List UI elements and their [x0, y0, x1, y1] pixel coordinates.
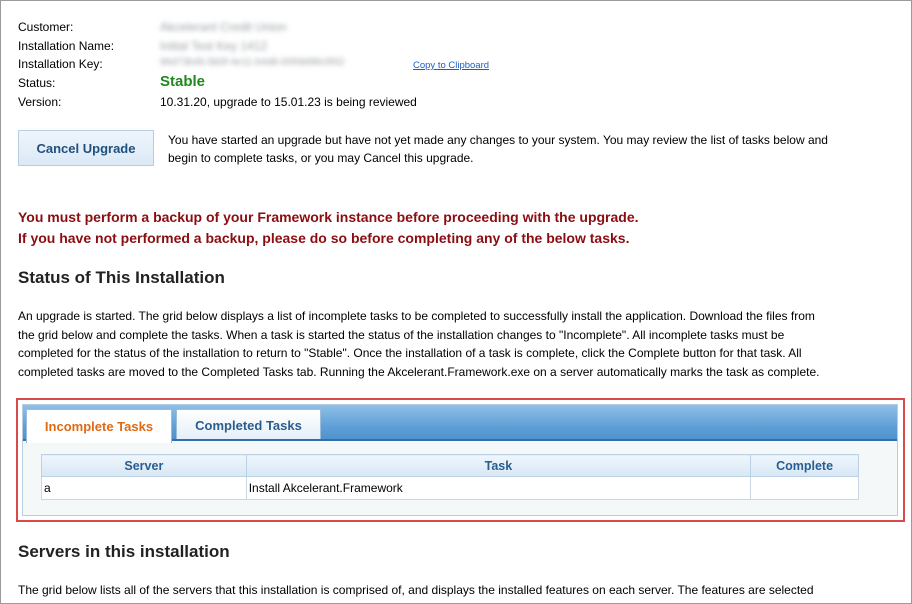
server-cell: a [41, 476, 247, 500]
upgrade-page: Customer: Akcelerant Credit Union Instal… [0, 0, 912, 604]
upgrade-message-line: begin to complete tasks, or you may Canc… [168, 151, 474, 165]
status-section-title: Status of This Installation [18, 268, 225, 287]
servers-description: The grid below lists all of the servers … [18, 581, 904, 600]
installation-name-value: Initial Test Key 1412 [160, 39, 268, 53]
servers-section-title: Servers in this installation [18, 542, 230, 561]
version-value: 10.31.20, upgrade to 15.01.23 is being r… [160, 95, 417, 109]
installation-key-value: 96d73b46-5b0f-4e11-b4d8-0059d98c0f42 [160, 57, 345, 68]
cancel-upgrade-button[interactable]: Cancel Upgrade [18, 130, 154, 166]
status-description-line: An upgrade is started. The grid below di… [18, 309, 815, 323]
backup-warning-line: You must perform a backup of your Framew… [18, 209, 639, 225]
installation-key-row: Installation Key: 96d73b46-5b0f-4e11-b4d… [18, 55, 618, 73]
installation-key-label: Installation Key: [18, 57, 103, 71]
status-description: An upgrade is started. The grid below di… [18, 307, 904, 381]
column-header-complete[interactable]: Complete [750, 454, 859, 477]
table-row[interactable]: a Install Akcelerant.Framework [41, 476, 859, 500]
backup-warning-line: If you have not performed a backup, plea… [18, 230, 630, 246]
upgrade-message-line: You have started an upgrade but have not… [168, 133, 828, 147]
servers-description-line: The grid below lists all of the servers … [18, 583, 814, 597]
backup-warning: You must perform a backup of your Framew… [18, 207, 639, 249]
column-header-server[interactable]: Server [41, 454, 247, 477]
tab-strip: Incomplete Tasks Completed Tasks [23, 405, 897, 443]
status-value: Stable [160, 73, 206, 90]
incomplete-tasks-grid: Server Task Complete a Install Akceleran… [41, 454, 859, 500]
tasks-tab-panel: Incomplete Tasks Completed Tasks Server … [22, 404, 898, 516]
status-label: Status: [18, 76, 56, 90]
installation-name-row: Installation Name: Initial Test Key 1412 [18, 37, 618, 55]
tab-incomplete-tasks[interactable]: Incomplete Tasks [26, 409, 172, 443]
complete-cell[interactable] [750, 476, 859, 500]
column-header-task[interactable]: Task [245, 454, 752, 477]
customer-row: Customer: Akcelerant Credit Union [18, 18, 618, 36]
copy-to-clipboard-link[interactable]: Copy to Clipboard [413, 60, 489, 71]
customer-label: Customer: [18, 20, 74, 34]
grid-header-row: Server Task Complete [41, 454, 859, 477]
tab-completed-tasks[interactable]: Completed Tasks [176, 409, 321, 441]
installation-name-label: Installation Name: [18, 39, 115, 53]
status-description-line: completed tasks are moved to the Complet… [18, 364, 820, 379]
upgrade-message: You have started an upgrade but have not… [168, 131, 908, 167]
version-row: Version: 10.31.20, upgrade to 15.01.23 i… [18, 93, 618, 111]
customer-value: Akcelerant Credit Union [160, 20, 287, 34]
task-cell: Install Akcelerant.Framework [245, 476, 752, 500]
status-row: Status: Stable [18, 73, 618, 92]
version-label: Version: [18, 95, 62, 109]
status-description-line: the grid below and complete the tasks. W… [18, 327, 785, 342]
status-description-line: completed for the status of the installa… [18, 346, 802, 360]
